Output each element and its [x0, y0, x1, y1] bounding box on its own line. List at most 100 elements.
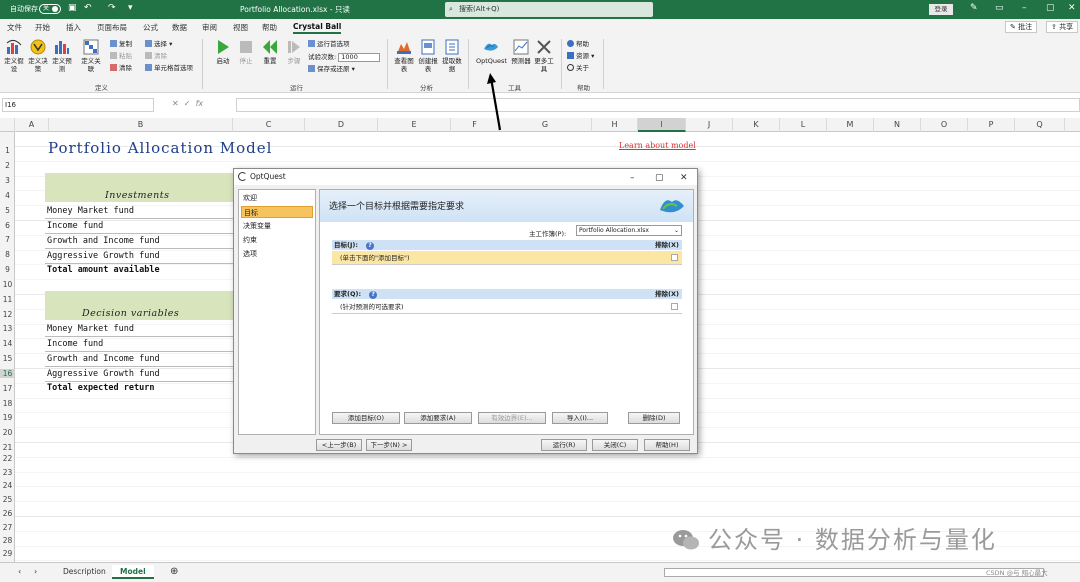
- row-header[interactable]: 5: [0, 206, 15, 215]
- save-icon[interactable]: ▣: [68, 3, 77, 13]
- row-header[interactable]: 27: [0, 523, 15, 532]
- requirement-exclude-checkbox[interactable]: [671, 303, 678, 310]
- row-header[interactable]: 9: [0, 265, 15, 274]
- qat-more-icon[interactable]: ▾: [128, 3, 133, 13]
- learn-about-model-link[interactable]: Learn about model: [619, 141, 696, 150]
- add-requirement-button[interactable]: 添加要求(A): [404, 412, 472, 424]
- workbook-select[interactable]: Portfolio Allocation.xlsx ⌄: [576, 225, 682, 236]
- extract-data-button[interactable]: 提取数据: [441, 39, 463, 73]
- save-restore-button[interactable]: 保存或还原 ▾: [308, 65, 355, 74]
- row-header[interactable]: 14: [0, 339, 15, 348]
- back-button[interactable]: <上一步(B): [316, 439, 362, 451]
- row-header[interactable]: 13: [0, 324, 15, 333]
- row-header[interactable]: 18: [0, 399, 15, 408]
- objective-exclude-checkbox[interactable]: [671, 254, 678, 261]
- row-header[interactable]: 15: [0, 354, 15, 363]
- tab-page-layout[interactable]: 页面布局: [97, 22, 127, 33]
- fx-icon[interactable]: fx: [196, 99, 204, 108]
- help-question-icon[interactable]: ?: [369, 291, 378, 299]
- paste-button[interactable]: 粘贴: [110, 52, 132, 61]
- clear-button[interactable]: 清除: [110, 64, 132, 73]
- col-header[interactable]: E: [378, 118, 451, 132]
- dialog-minimize-icon[interactable]: –: [630, 170, 635, 186]
- tab-formulas[interactable]: 公式: [143, 22, 158, 33]
- copy-button[interactable]: 复制: [110, 40, 132, 49]
- optquest-button[interactable]: OptQuest: [476, 39, 507, 65]
- nav-constraints[interactable]: 约束: [241, 234, 313, 246]
- run-prefs-button[interactable]: 运行首选项: [308, 40, 350, 49]
- select-button[interactable]: 选择 ▾: [145, 40, 172, 49]
- cancel-icon[interactable]: ✕: [172, 99, 179, 108]
- search-box[interactable]: ⌕ 搜索(Alt+Q): [445, 2, 653, 17]
- about-button[interactable]: 关于: [567, 64, 589, 73]
- row-header[interactable]: 23: [0, 468, 15, 477]
- col-header[interactable]: Q: [1015, 118, 1065, 132]
- sheet-tab-model[interactable]: Model: [112, 565, 154, 579]
- row-header[interactable]: 29: [0, 549, 15, 558]
- row-header[interactable]: 10: [0, 280, 15, 289]
- col-header[interactable]: C: [233, 118, 305, 132]
- run-button[interactable]: 运行(R): [541, 439, 587, 451]
- close-icon[interactable]: ✕: [1068, 3, 1076, 13]
- delete-button[interactable]: 删除(D): [628, 412, 680, 424]
- col-header[interactable]: B: [49, 118, 233, 132]
- col-header[interactable]: G: [499, 118, 592, 132]
- col-header[interactable]: D: [305, 118, 378, 132]
- add-objective-button[interactable]: 添加目标(O): [332, 412, 400, 424]
- minimize-icon[interactable]: –: [1022, 3, 1027, 13]
- name-box[interactable]: I16: [2, 98, 154, 112]
- requirement-row[interactable]: (针对预测的可选要求): [332, 300, 682, 314]
- autosave-toggle[interactable]: 关: [39, 4, 61, 14]
- help-dialog-button[interactable]: 帮助(H): [644, 439, 690, 451]
- tab-file[interactable]: 文件: [7, 22, 22, 33]
- view-charts-button[interactable]: 查看图表: [393, 39, 415, 73]
- col-header-selected[interactable]: I: [638, 118, 686, 132]
- efficient-frontier-button[interactable]: 有效边界(E)...: [478, 412, 546, 424]
- cell-prefs-button[interactable]: 单元格首选项: [145, 64, 193, 73]
- tab-view[interactable]: 视图: [233, 22, 248, 33]
- share-button[interactable]: ⇪ 共享: [1046, 21, 1079, 33]
- col-header[interactable]: K: [733, 118, 780, 132]
- define-forecast-button[interactable]: 定义预测: [51, 39, 73, 73]
- row-header-selected[interactable]: 16: [0, 369, 15, 378]
- nav-welcome[interactable]: 欢迎: [241, 192, 313, 204]
- start-button[interactable]: 启动: [212, 39, 234, 65]
- comments-button[interactable]: ✎ 批注: [1005, 21, 1038, 33]
- close-button[interactable]: 关闭(C): [592, 439, 638, 451]
- row-header[interactable]: 20: [0, 428, 15, 437]
- row-header[interactable]: 6: [0, 221, 15, 230]
- row-header[interactable]: 11: [0, 295, 15, 304]
- create-report-button[interactable]: 创建报表: [417, 39, 439, 73]
- step-button[interactable]: 步骤: [283, 39, 305, 65]
- next-sheet-icon[interactable]: ›: [26, 565, 45, 579]
- row-header[interactable]: 2: [0, 161, 15, 170]
- tab-home[interactable]: 开始: [35, 22, 50, 33]
- undo-icon[interactable]: ↶: [84, 3, 92, 13]
- row-header[interactable]: 19: [0, 413, 15, 422]
- dialog-title-bar[interactable]: OptQuest – ▢ ✕: [234, 169, 697, 185]
- help-question-icon[interactable]: ?: [365, 242, 374, 250]
- col-header[interactable]: J: [686, 118, 733, 132]
- row-header[interactable]: 28: [0, 536, 15, 545]
- row-header[interactable]: 25: [0, 495, 15, 504]
- col-header[interactable]: P: [968, 118, 1015, 132]
- help-button[interactable]: 帮助: [567, 40, 589, 49]
- col-header[interactable]: L: [780, 118, 827, 132]
- row-header[interactable]: 7: [0, 235, 15, 244]
- more-tools-button[interactable]: 更多工具: [533, 39, 555, 73]
- add-sheet-icon[interactable]: ⊕: [162, 565, 186, 579]
- row-header[interactable]: 21: [0, 443, 15, 452]
- col-header[interactable]: O: [921, 118, 968, 132]
- row-header[interactable]: 12: [0, 310, 15, 319]
- row-header[interactable]: 8: [0, 250, 15, 259]
- row-header[interactable]: 1: [0, 146, 15, 155]
- reset-button[interactable]: 重置: [259, 39, 281, 65]
- predictor-button[interactable]: 预测器: [510, 39, 532, 65]
- row-header[interactable]: 26: [0, 509, 15, 518]
- maximize-icon[interactable]: ▢: [1046, 3, 1055, 13]
- dialog-maximize-icon[interactable]: ▢: [655, 170, 664, 186]
- tab-crystal-ball[interactable]: Crystal Ball: [293, 22, 342, 34]
- tab-help[interactable]: 帮助: [262, 22, 277, 33]
- row-header[interactable]: 22: [0, 454, 15, 463]
- col-header[interactable]: H: [592, 118, 638, 132]
